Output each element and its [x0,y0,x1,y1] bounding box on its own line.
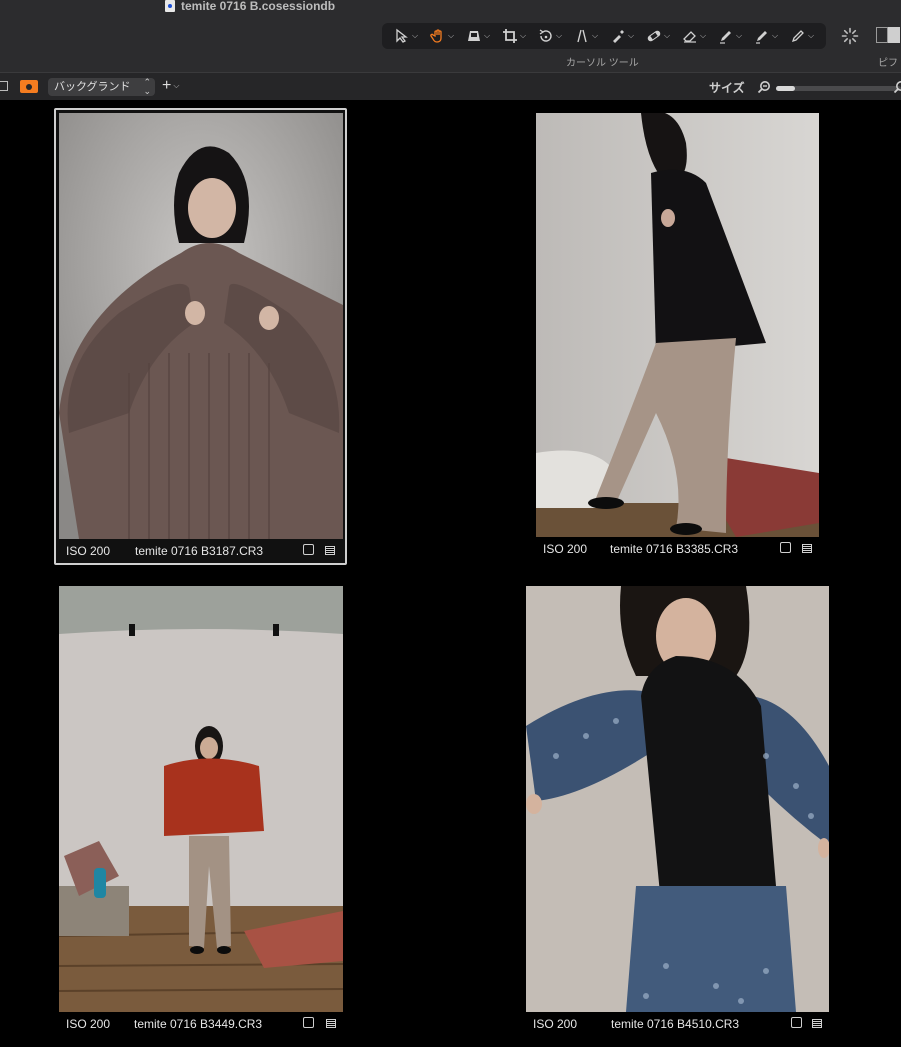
pan-tool-button[interactable]: ⌵ [428,25,456,47]
gradient-icon [755,31,767,44]
metadata-icon[interactable] [802,544,812,553]
select-checkbox[interactable] [303,544,314,555]
chevron-down-icon: ⌵ [173,81,180,90]
chevron-down-icon: ⌵ [447,31,455,40]
chevron-down-icon: ⌵ [627,31,635,40]
bandage-icon [647,30,661,42]
chevron-down-icon: ⌵ [483,31,491,40]
chevron-down-icon: ⌵ [735,31,743,40]
window-title-text: temite 0716 B.cosessiondb [181,0,336,13]
thumbnail-info: ISO 200 temite 0716 B3449.CR3 [66,1013,339,1035]
chevron-down-icon: ⌵ [699,31,707,40]
viewer-square-icon[interactable] [0,81,8,91]
chevron-down-icon: ⌵ [591,31,599,40]
background-select[interactable]: バックグランド ⌃ ⌄ [48,78,155,96]
viewer-label: ピフ [878,58,898,69]
thumbnail-image[interactable] [59,113,343,539]
chevron-down-icon: ⌵ [411,31,419,40]
thumbnail-image[interactable] [59,586,343,1012]
metadata-icon[interactable] [326,1019,336,1028]
thumbnail-cell[interactable]: ISO 200 temite 0716 B3187.CR3 [54,108,347,565]
eraser-icon [683,31,696,43]
thumbnail-image[interactable] [526,586,829,1012]
select-checkbox[interactable] [303,1017,314,1028]
activity-spinner-icon [841,27,859,45]
background-select-value: バックグランド [54,81,131,93]
plus-icon: + [162,77,172,95]
select-checkbox[interactable] [780,542,791,553]
slider-fill [776,86,795,91]
iso-label: ISO 200 [543,542,588,556]
pencil-icon [791,30,804,43]
rotate-tool-button[interactable]: ⌵ [536,25,564,47]
thumbnail-info: ISO 200 temite 0716 B4510.CR3 [533,1013,826,1035]
spot-tool-button[interactable]: ⌵ [644,25,672,47]
toolbar: temite 0716 B.cosessiondb ⌵ ⌵ ⌵ ⌵ ⌵ ⌵ ⌵ … [0,0,901,72]
iso-label: ISO 200 [533,1017,578,1031]
thumbnail-info: ISO 200 temite 0716 B3385.CR3 [543,538,816,560]
arrow-pointer-icon [396,28,408,43]
session-document-icon [165,0,175,12]
chevron-down-icon: ⌵ [663,31,671,40]
viewer-layout-toggle[interactable] [876,27,900,43]
select-tool-button[interactable]: ⌵ [392,25,420,47]
thumbnail-cell[interactable]: ISO 200 temite 0716 B3385.CR3 [530,108,823,565]
crop-tool-button[interactable]: ⌵ [500,25,528,47]
window-title: temite 0716 B.cosessiondb [165,0,335,14]
hand-icon [430,29,442,43]
annotate-tool-button[interactable]: ⌵ [788,25,816,47]
filename-label: temite 0716 B3385.CR3 [610,542,739,556]
filename-label: temite 0716 B3187.CR3 [135,544,264,558]
single-view-icon [876,27,888,43]
straighten-tool-button[interactable]: ⌵ [572,25,600,47]
picker-icon [612,30,624,43]
keystone-tool-button[interactable]: ⌵ [464,25,492,47]
filename-label: temite 0716 B3449.CR3 [134,1017,263,1031]
eye-icon[interactable] [20,80,38,93]
cursor-tools-group: ⌵ ⌵ ⌵ ⌵ ⌵ ⌵ ⌵ ⌵ ⌵ ⌵ ⌵ ⌵ [382,23,826,49]
erase-tool-button[interactable]: ⌵ [680,25,708,47]
updown-chevron-icon: ⌃ ⌄ [143,77,151,96]
keystone-icon [467,31,480,41]
metadata-icon[interactable] [325,546,335,555]
chevron-down-icon: ⌵ [771,31,779,40]
gradient-tool-button[interactable]: ⌵ [752,25,780,47]
thumbnail-cell[interactable]: ISO 200 temite 0716 B3449.CR3 [54,583,347,1040]
straighten-icon [577,29,587,43]
thumbnail-cell[interactable]: ISO 200 temite 0716 B4510.CR3 [520,583,833,1040]
cursor-tools-label: カーソル ツール [566,58,639,69]
multi-view-icon [888,27,900,43]
chevron-down-icon: ⌵ [555,31,563,40]
add-button[interactable]: + ⌵ [162,77,179,95]
brush-icon [719,31,731,44]
size-label: サイズ [709,81,745,95]
crop-icon [502,29,517,43]
thumbnail-size-slider[interactable] [776,86,901,91]
chevron-down-icon: ⌵ [519,31,527,40]
chevron-down-icon: ⌵ [807,31,815,40]
rotate-icon [539,29,552,42]
zoom-out-icon[interactable] [757,80,771,94]
thumbnail-info: ISO 200 temite 0716 B3187.CR3 [66,540,339,562]
zoom-in-icon[interactable] [893,80,901,94]
browser-bar: バックグランド ⌃ ⌄ + ⌵ サイズ [0,72,901,100]
iso-label: ISO 200 [66,1017,111,1031]
thumbnail-image[interactable] [536,113,819,537]
iso-label: ISO 200 [66,544,111,558]
metadata-icon[interactable] [812,1019,822,1028]
brush-tool-button[interactable]: ⌵ [716,25,744,47]
picker-tool-button[interactable]: ⌵ [608,25,636,47]
select-checkbox[interactable] [791,1017,802,1028]
filename-label: temite 0716 B4510.CR3 [611,1017,740,1031]
